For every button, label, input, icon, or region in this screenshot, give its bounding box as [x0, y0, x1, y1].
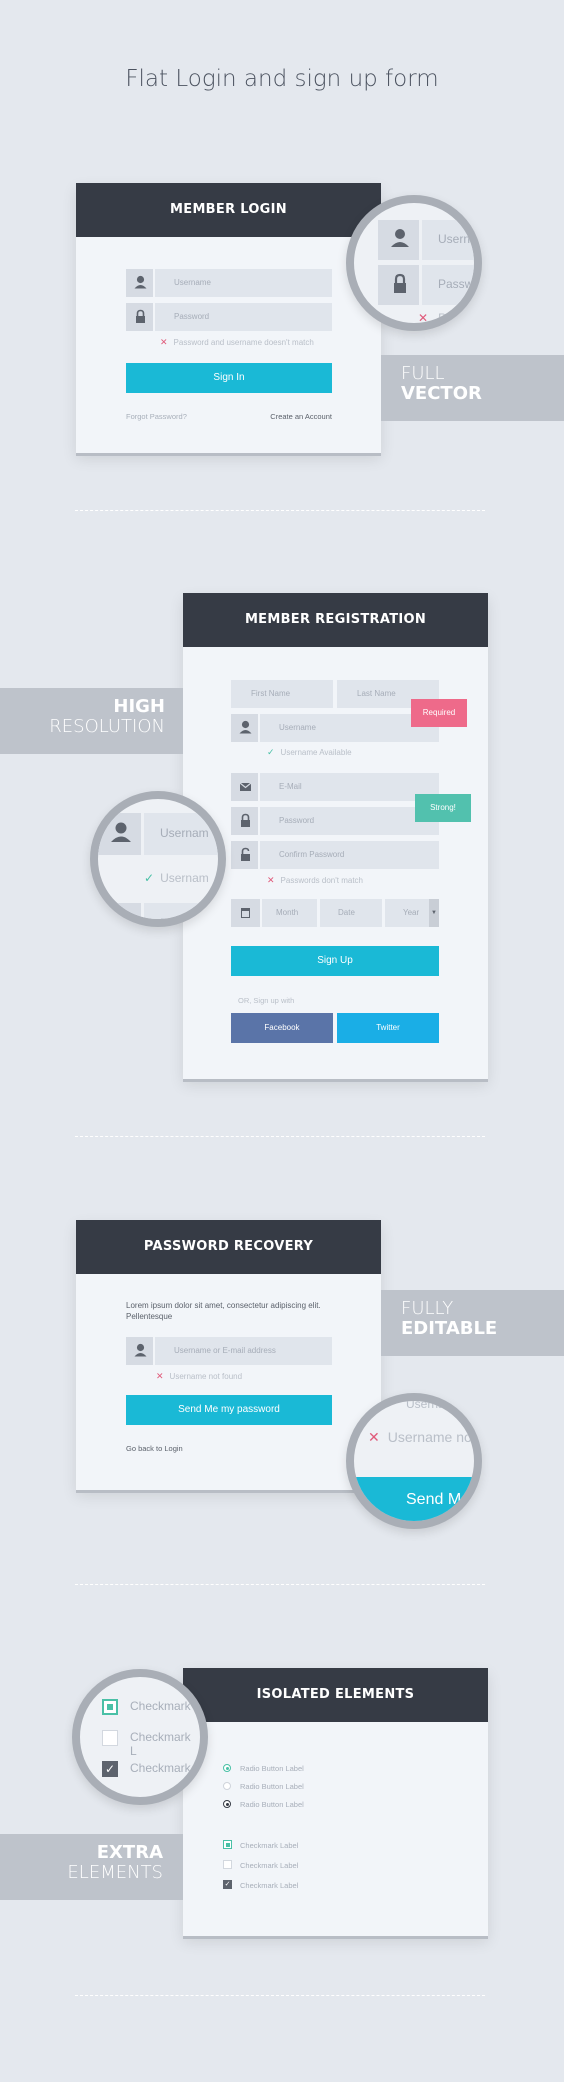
recovery-input[interactable]: Username or E-mail address	[126, 1337, 332, 1365]
username-available: ✓ Username Available	[267, 747, 352, 757]
strong-tooltip: Strong!	[415, 794, 471, 822]
error-x-icon: ✕	[160, 337, 168, 347]
or-sign-up-text: OR, Sign up with	[238, 996, 295, 1005]
lock-icon	[378, 265, 422, 305]
radio-unselected[interactable]	[223, 1782, 231, 1790]
error-x-icon: ✕	[418, 311, 429, 325]
isolated-card: ISOLATED ELEMENTS Radio Button Label Rad…	[183, 1668, 488, 1936]
radio-label: Radio Button Label	[240, 1782, 304, 1791]
recovery-header: PASSWORD RECOVERY	[76, 1220, 381, 1274]
full-vector-tag: FULL VECTOR	[381, 355, 564, 421]
high-resolution-tag: HIGH RESOLUTION	[0, 688, 183, 754]
check-icon: ✓	[144, 871, 155, 885]
login-card: MEMBER LOGIN Username Password ✕ Password…	[76, 183, 381, 453]
magnifier-registration: Usernam ✓ Usernam E	[90, 791, 226, 927]
envelope-icon	[98, 903, 144, 919]
reg-password-input[interactable]: Password	[231, 807, 439, 835]
error-x-icon: ✕	[267, 875, 275, 885]
sign-in-button[interactable]: Sign In	[126, 363, 332, 393]
user-icon	[126, 269, 155, 297]
extra-elements-tag: EXTRA ELEMENTS	[0, 1834, 183, 1900]
first-name-input[interactable]: First Name	[231, 680, 333, 708]
mag-checkmark-label: Checkmark L	[130, 1730, 191, 1758]
radio-selected[interactable]	[223, 1764, 231, 1772]
checkbox-checked[interactable]: ✓	[223, 1880, 232, 1889]
radio-label: Radio Button Label	[240, 1800, 304, 1809]
mag-send-button: Send M	[354, 1477, 474, 1521]
username-input[interactable]: Username	[126, 269, 332, 297]
checkbox-teal[interactable]	[223, 1840, 232, 1849]
user-icon	[231, 714, 260, 742]
recovery-card: PASSWORD RECOVERY Lorem ipsum dolor sit …	[76, 1220, 381, 1490]
mag-password: Passwo	[438, 277, 481, 291]
checkbox-checked: ✓	[102, 1761, 118, 1777]
required-tooltip: Required	[411, 699, 467, 727]
magnifier-checkmarks: Checkmark Checkmark L ✓ Checkmark	[72, 1669, 208, 1805]
isolated-header: ISOLATED ELEMENTS	[183, 1668, 488, 1722]
user-icon	[126, 1337, 155, 1365]
twitter-button[interactable]: Twitter	[337, 1013, 439, 1043]
radio-label: Radio Button Label	[240, 1764, 304, 1773]
user-icon	[98, 813, 144, 855]
error-x-icon: ✕	[368, 1429, 380, 1445]
birthdate-row	[231, 899, 260, 927]
password-placeholder: Password	[174, 312, 210, 321]
mag-username: Usernam	[160, 826, 209, 840]
email-input[interactable]: E-Mail	[231, 773, 439, 801]
mag-email: E	[160, 916, 169, 927]
year-select[interactable]: Year ▼	[385, 899, 439, 927]
check-icon: ✓	[267, 747, 275, 757]
confirm-error: ✕ Passwords don't match	[267, 875, 363, 885]
month-select[interactable]: Month	[262, 899, 317, 927]
password-input[interactable]: Password	[126, 303, 332, 331]
divider	[75, 1136, 485, 1137]
radio-dark[interactable]	[223, 1800, 231, 1808]
date-select[interactable]: Date	[320, 899, 382, 927]
reg-username-input[interactable]: Username	[231, 714, 439, 742]
mag-checkmark-label: Checkmark	[130, 1761, 191, 1775]
mag-error: ✕ Pass	[418, 311, 465, 325]
forgot-password-link[interactable]: Forgot Password?	[126, 412, 187, 421]
magnifier-login: Userna Passwo ✕ Pass	[346, 195, 482, 331]
mag-top-text: Userna	[406, 1397, 445, 1411]
user-icon	[378, 220, 422, 260]
confirm-password-input[interactable]: Confirm Password	[231, 841, 439, 869]
sign-up-button[interactable]: Sign Up	[231, 946, 439, 976]
divider	[75, 1584, 485, 1585]
checkbox-unchecked[interactable]	[223, 1860, 232, 1869]
send-password-button[interactable]: Send Me my password	[126, 1395, 332, 1425]
mag-username-ok: ✓ Usernam	[144, 871, 209, 885]
fully-editable-tag: FULLY EDITABLE	[381, 1290, 564, 1356]
checkbox-label: Checkmark Label	[240, 1861, 299, 1870]
recovery-error: ✕ Username not found	[156, 1371, 243, 1381]
error-x-icon: ✕	[156, 1371, 164, 1381]
page-title: Flat Login and sign up form	[125, 66, 439, 92]
divider	[75, 1995, 485, 1996]
chevron-down-icon: ▼	[429, 899, 439, 927]
login-error: ✕ Password and username doesn't match	[160, 337, 314, 347]
lock-icon	[126, 303, 155, 331]
recovery-description: Lorem ipsum dolor sit amet, consectetur …	[126, 1301, 321, 1321]
unlock-icon	[231, 841, 260, 869]
divider	[75, 510, 485, 511]
back-to-login-link[interactable]: Go back to Login	[126, 1444, 183, 1453]
login-header: MEMBER LOGIN	[76, 183, 381, 237]
lock-icon	[231, 807, 260, 835]
envelope-icon	[231, 773, 260, 801]
checkbox-label: Checkmark Label	[240, 1881, 299, 1890]
calendar-icon	[231, 899, 260, 927]
checkbox-unchecked	[102, 1730, 118, 1746]
username-placeholder: Username	[174, 278, 211, 287]
registration-card: MEMBER REGISTRATION First Name Last Name…	[183, 593, 488, 1079]
magnifier-recovery: Userna ✕ Username no Send M	[346, 1393, 482, 1529]
facebook-button[interactable]: Facebook	[231, 1013, 333, 1043]
mag-username: Userna	[438, 232, 477, 246]
create-account-link[interactable]: Create an Account	[270, 412, 332, 421]
checkbox-label: Checkmark Label	[240, 1841, 299, 1850]
checkbox-teal	[102, 1699, 118, 1715]
mag-error: ✕ Username no	[368, 1429, 472, 1445]
mag-checkmark-label: Checkmark	[130, 1699, 191, 1713]
registration-header: MEMBER REGISTRATION	[183, 593, 488, 647]
